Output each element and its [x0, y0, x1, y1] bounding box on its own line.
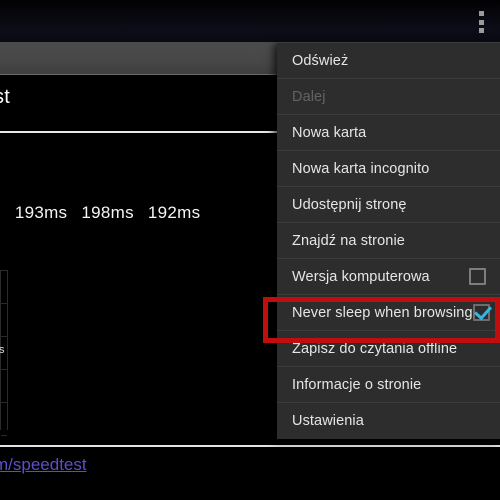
menu-item-save-for-offline-reading[interactable]: Zapisz do czytania offline [277, 331, 500, 367]
menu-item-label: Nowa karta [292, 124, 367, 141]
menu-item-settings[interactable]: Ustawienia [277, 403, 500, 439]
menu-item-page-info[interactable]: Informacje o stronie [277, 367, 500, 403]
ping-label-fragment: s [0, 203, 1, 222]
speedtest-link[interactable]: m/speedtest [0, 455, 87, 475]
menu-item-desktop-version[interactable]: Wersja komputerowa [277, 259, 500, 295]
table-cell-fragment: s [0, 344, 5, 356]
table-row [1, 270, 7, 304]
menu-item-new-incognito-tab[interactable]: Nowa karta incognito [277, 151, 500, 187]
table-row [1, 370, 7, 403]
page-title: st [0, 86, 10, 108]
menu-item-forward[interactable]: Dalej [277, 79, 500, 115]
overflow-menu-dots-icon[interactable] [478, 11, 484, 33]
ping-value-1: 193ms [14, 203, 68, 222]
menu-item-share-page[interactable]: Udostępnij stronę [277, 187, 500, 223]
table-row: s [0, 337, 7, 370]
menu-item-new-tab[interactable]: Nowa karta [277, 115, 500, 151]
results-table-edge: s [0, 270, 8, 436]
browser-top-bar [0, 0, 500, 42]
dot-1 [478, 11, 484, 16]
menu-item-label: Dalej [292, 88, 326, 105]
device-screen: st s 193ms 198ms 192ms s m/speedtest Odświe… [0, 0, 500, 500]
menu-item-label: Odśwież [292, 52, 349, 69]
checkbox-checked-icon[interactable] [472, 304, 490, 321]
menu-item-label: Nowa karta incognito [292, 160, 430, 177]
table-row [1, 403, 7, 436]
page-divider-bottom [0, 445, 500, 447]
menu-item-label: Wersja komputerowa [292, 268, 430, 285]
menu-item-label: Ustawienia [292, 413, 364, 429]
menu-item-label: Never sleep when browsing [292, 304, 473, 321]
checkbox-unchecked-icon[interactable] [469, 268, 486, 285]
menu-item-never-sleep-when-browsing[interactable]: Never sleep when browsing [277, 295, 500, 331]
dot-3 [478, 28, 484, 33]
menu-item-find-in-page[interactable]: Znajdź na stronie [277, 223, 500, 259]
ping-value-2: 198ms [81, 203, 134, 222]
menu-item-refresh[interactable]: Odśwież [277, 43, 500, 79]
ping-results-row: s 193ms 198ms 192ms [0, 203, 214, 223]
overflow-dropdown-menu: Odśwież Dalej Nowa karta Nowa karta inco… [277, 42, 500, 439]
menu-item-label: Znajdź na stronie [292, 232, 405, 249]
dot-2 [478, 19, 484, 25]
menu-item-label: Zapisz do czytania offline [292, 340, 458, 357]
ping-value-3: 192ms [147, 203, 201, 222]
table-row [1, 304, 7, 337]
menu-item-label: Udostępnij stronę [292, 196, 407, 213]
menu-item-label: Informacje o stronie [292, 376, 422, 393]
